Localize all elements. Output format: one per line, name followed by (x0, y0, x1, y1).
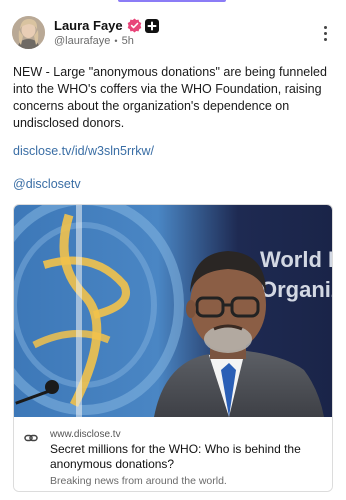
card-title[interactable]: Secret millions for the WHO: Who is behi… (50, 442, 325, 472)
card-description: Breaking news from around the world. (50, 475, 227, 487)
link-preview-card[interactable]: World He Organiz www.discl (13, 204, 333, 492)
avatar[interactable] (12, 16, 45, 49)
post-meta: @laurafaye • 5h (54, 35, 134, 47)
card-domain: www.disclose.tv (50, 429, 121, 440)
meta-separator: • (114, 36, 118, 46)
post-header: Laura Faye @laurafaye • 5h (12, 16, 334, 50)
card-image: World He Organiz (14, 205, 333, 417)
link-icon (24, 431, 38, 445)
name-row: Laura Faye (54, 17, 159, 34)
plus-badge-icon (144, 18, 159, 33)
post-text: NEW - Large "anonymous donations" are be… (13, 65, 327, 130)
author-handle[interactable]: @laurafaye (54, 35, 110, 47)
more-vertical-icon[interactable] (316, 24, 334, 42)
display-name[interactable]: Laura Faye (54, 18, 123, 33)
post: Laura Faye @laurafaye • 5h NEW - Large "… (0, 0, 346, 500)
verified-badge-icon (127, 18, 142, 33)
card-footer: www.disclose.tv Secret millions for the … (14, 417, 332, 491)
post-link[interactable]: disclose.tv/id/w3sln5rrkw/ (13, 144, 154, 158)
post-time[interactable]: 5h (122, 35, 134, 47)
card-image-text-1: World He (260, 247, 333, 272)
card-image-text-2: Organiz (260, 277, 333, 302)
avatar-image (12, 16, 45, 49)
post-mention[interactable]: @disclosetv (13, 177, 81, 191)
